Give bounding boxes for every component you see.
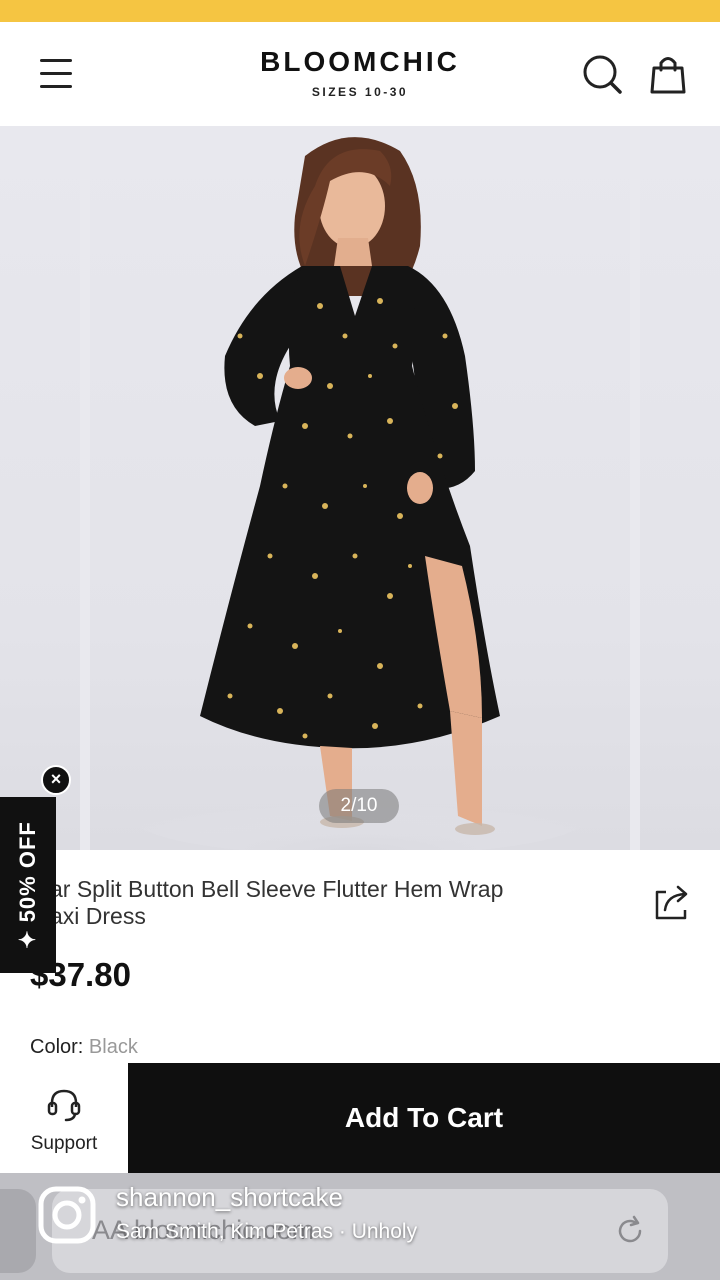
share-icon	[655, 885, 688, 920]
instagram-icon	[38, 1186, 96, 1244]
discount-promo-tab[interactable]: ✦ 50% OFF	[0, 797, 56, 973]
product-title: ar Split Button Bell Sleeve Flutter Hem …	[50, 876, 630, 930]
support-button[interactable]: Support	[0, 1063, 128, 1173]
headset-icon	[47, 1089, 81, 1122]
product-title-line: ar Split Button Bell Sleeve Flutter Hem …	[50, 876, 504, 902]
add-to-cart-button[interactable]: Add To Cart	[128, 1063, 720, 1173]
reload-icon	[618, 1215, 642, 1243]
color-value: Black	[88, 1036, 138, 1058]
instagram-song: Sam Smith, Kim Petras · Unholy	[116, 1220, 418, 1243]
instagram-username: shannon_shortcake	[116, 1182, 343, 1212]
cart-bag-button[interactable]	[646, 52, 690, 96]
reload-button[interactable]	[610, 1211, 650, 1251]
shopping-bag-icon	[650, 57, 686, 94]
search-icon	[583, 55, 622, 94]
color-label: Color:	[30, 1036, 84, 1058]
instagram-reel-overlay: shannon_shortcake Sam Smith, Kim Petras …	[36, 1180, 596, 1260]
dress-model-photo	[130, 137, 590, 850]
promo-close-button[interactable]: ×	[41, 765, 71, 795]
promo-label: ✦ 50% OFF	[15, 821, 40, 949]
image-counter: 2/10	[319, 789, 399, 823]
product-image-gallery[interactable]: 2/10	[0, 126, 720, 850]
next-image-peek[interactable]	[640, 126, 720, 850]
site-header: BLOOMCHIC SIZES 10-30	[0, 22, 720, 126]
browser-tab-peek[interactable]	[0, 1189, 36, 1273]
bottom-action-bar: Support Add To Cart	[0, 1063, 720, 1173]
share-button[interactable]	[652, 882, 692, 922]
product-title-line: axi Dress	[50, 903, 146, 929]
color-selection-row: Color: Black	[30, 1036, 138, 1059]
top-status-strip	[0, 0, 720, 22]
product-image[interactable]: 2/10	[90, 126, 630, 850]
previous-image-peek[interactable]	[0, 126, 80, 850]
search-button[interactable]	[580, 52, 624, 96]
support-label: Support	[30, 1133, 98, 1154]
